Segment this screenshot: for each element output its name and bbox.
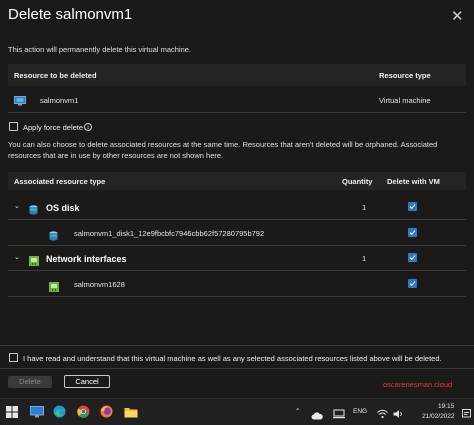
virtual-machine-icon xyxy=(14,93,26,106)
header-delete-with-vm: Delete with VM xyxy=(387,177,440,186)
clock-date[interactable]: 21/02/2022 xyxy=(422,413,455,420)
network-interface-item-name: salmonvm1628 xyxy=(74,280,125,289)
resource-type: Virtual machine xyxy=(379,96,431,105)
divider xyxy=(8,219,466,220)
edge-icon[interactable] xyxy=(53,405,67,419)
chevron-down-icon[interactable]: ⌄ xyxy=(14,253,20,261)
chevron-up-icon[interactable]: ⌃ xyxy=(295,407,300,415)
speaker-icon[interactable] xyxy=(393,406,404,424)
close-icon[interactable]: ✕ xyxy=(451,7,464,25)
windows-start-icon[interactable] xyxy=(6,405,20,419)
network-interface-icon xyxy=(49,279,59,297)
notification-icon[interactable] xyxy=(462,406,471,424)
firefox-icon[interactable] xyxy=(100,405,114,419)
group-network-interfaces: Network interfaces xyxy=(46,254,127,264)
clock-time[interactable]: 19:15 xyxy=(438,403,454,410)
disk-icon xyxy=(29,202,38,220)
delete-os-disk-checkbox[interactable] xyxy=(408,202,417,211)
cancel-button[interactable]: Cancel xyxy=(64,375,110,388)
header-resource: Resource to be deleted xyxy=(14,71,97,80)
delete-button[interactable]: Delete xyxy=(8,376,52,388)
delete-network-interfaces-checkbox[interactable] xyxy=(408,253,417,262)
associated-description: You can also choose to delete associated… xyxy=(8,140,438,160)
acknowledge-label: I have read and understand that this vir… xyxy=(23,354,442,363)
language-indicator[interactable]: ENG xyxy=(353,408,367,415)
laptop-icon[interactable] xyxy=(333,406,345,424)
header-resource-type: Resource type xyxy=(379,71,431,80)
header-quantity: Quantity xyxy=(342,177,373,186)
resource-name: salmonvm1 xyxy=(40,96,79,105)
divider xyxy=(8,296,466,297)
monitor-icon[interactable] xyxy=(30,405,44,419)
delete-vm-panel: Delete salmonvm1 ✕ This action will perm… xyxy=(0,0,474,398)
divider xyxy=(8,112,466,113)
force-delete-label: Apply force delete xyxy=(23,123,84,132)
delete-network-interface-item-checkbox[interactable] xyxy=(408,279,417,288)
chevron-down-icon[interactable]: ⌄ xyxy=(14,202,20,210)
delete-os-disk-item-checkbox[interactable] xyxy=(408,228,417,237)
info-icon[interactable]: i xyxy=(84,123,92,131)
taskbar: ⌃ ENG 19:15 21/02/2022 xyxy=(0,398,474,425)
watermark: oscarenesman.cloud xyxy=(383,380,453,389)
chrome-icon[interactable] xyxy=(77,405,91,419)
divider xyxy=(8,245,466,246)
warning-text: This action will permanently delete this… xyxy=(8,45,191,54)
header-associated-type: Associated resource type xyxy=(14,177,106,186)
associated-table-header: Associated resource type Quantity Delete… xyxy=(8,172,466,190)
os-disk-item-name: salmonvm1_disk1_12e9fbcbfc7946cbb62f5728… xyxy=(74,229,265,238)
resource-table-header: Resource to be deleted Resource type xyxy=(8,64,466,86)
disk-icon xyxy=(49,228,58,246)
cloud-icon[interactable] xyxy=(311,407,323,425)
file-explorer-icon[interactable] xyxy=(124,405,138,419)
wifi-icon[interactable] xyxy=(377,406,388,424)
quantity-os-disk: 1 xyxy=(362,203,367,212)
acknowledge-checkbox[interactable] xyxy=(9,353,18,362)
force-delete-checkbox[interactable] xyxy=(9,122,18,131)
divider xyxy=(8,270,466,271)
network-interface-icon xyxy=(29,253,39,271)
group-os-disk: OS disk xyxy=(46,203,80,213)
quantity-network-interfaces: 1 xyxy=(362,254,367,263)
divider xyxy=(0,368,474,369)
page-title: Delete salmonvm1 xyxy=(8,6,133,23)
divider xyxy=(0,345,474,346)
